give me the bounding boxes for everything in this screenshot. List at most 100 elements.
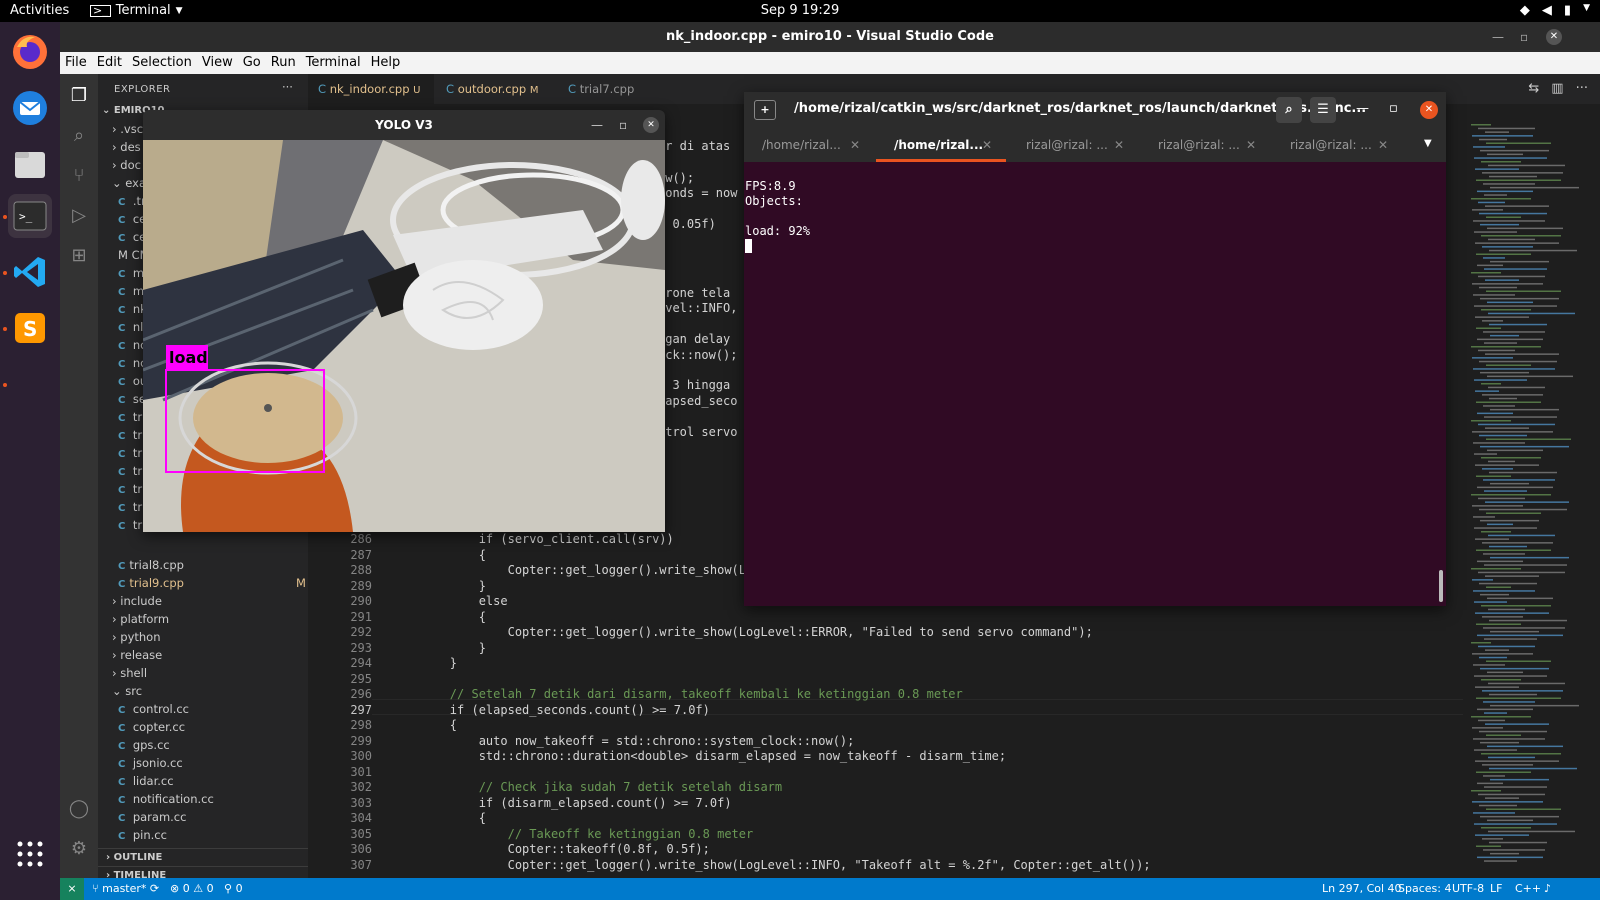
- run-debug-icon[interactable]: ▷: [67, 204, 91, 228]
- folder-release[interactable]: › release: [112, 646, 162, 664]
- activities-button[interactable]: Activities: [10, 3, 69, 18]
- extensions-icon[interactable]: ⊞: [67, 244, 91, 268]
- line-ending[interactable]: LF: [1490, 882, 1502, 895]
- list-item[interactable]: C tri: [118, 462, 145, 480]
- list-item[interactable]: C tri: [118, 480, 145, 498]
- maximize-button[interactable]: ▫: [1520, 22, 1528, 52]
- list-item[interactable]: Ctrial9.cpp M: [118, 574, 308, 592]
- notifications-icon[interactable]: ♪: [1544, 882, 1551, 895]
- list-item[interactable]: C tri: [118, 444, 145, 462]
- system-tray[interactable]: ◆ ◀ ▮ ▼: [1520, 3, 1590, 18]
- terminal-tab[interactable]: rizal@rizal: ... ✕: [1140, 128, 1270, 162]
- account-icon[interactable]: ◯: [67, 797, 91, 821]
- split-editor-icon[interactable]: ▥: [1551, 81, 1563, 96]
- list-item[interactable]: C tri: [118, 408, 145, 426]
- menu-edit[interactable]: Edit: [92, 52, 127, 74]
- cursor-position[interactable]: Ln 297, Col 40: [1322, 882, 1402, 895]
- list-item[interactable]: › des: [112, 138, 141, 156]
- problems-indicator[interactable]: ⊗ 0 ⚠ 0: [170, 882, 214, 895]
- more-actions-icon[interactable]: ···: [282, 80, 293, 94]
- thunderbird-icon[interactable]: [8, 86, 52, 130]
- tab-nk-indoor[interactable]: C nk_indoor.cpp U ✕: [308, 74, 434, 128]
- minimap[interactable]: [1463, 104, 1600, 882]
- list-item[interactable]: C jsonio.cc: [118, 754, 183, 772]
- more-actions-icon[interactable]: ···: [1576, 81, 1588, 96]
- tab-list-dropdown-icon[interactable]: ▼: [1424, 138, 1432, 149]
- list-item[interactable]: › .vsc: [112, 120, 143, 138]
- terminal-scrollbar[interactable]: [1439, 570, 1443, 602]
- list-item[interactable]: C ce: [118, 210, 146, 228]
- list-item[interactable]: C param.cc: [118, 808, 186, 826]
- menu-run[interactable]: Run: [266, 52, 301, 74]
- firefox-icon[interactable]: [8, 30, 52, 74]
- terminal-tab[interactable]: /home/rizal... ✕: [744, 128, 874, 162]
- menu-terminal[interactable]: Terminal: [301, 52, 366, 74]
- remote-icon[interactable]: ⨯: [60, 878, 84, 900]
- list-item[interactable]: C tri: [118, 426, 145, 444]
- show-apps-icon[interactable]: [8, 832, 52, 876]
- close-icon[interactable]: ✕: [1246, 128, 1256, 162]
- files-icon[interactable]: [8, 142, 52, 186]
- terminal-tab[interactable]: rizal@rizal: ... ✕: [1008, 128, 1138, 162]
- list-item[interactable]: C notification.cc: [118, 790, 214, 808]
- list-item[interactable]: C lidar.cc: [118, 772, 174, 790]
- terminal-tab-active[interactable]: /home/rizal... ✕: [876, 128, 1006, 162]
- list-item[interactable]: Ctrial8.cpp: [118, 556, 184, 574]
- close-button[interactable]: ✕: [643, 117, 659, 133]
- vscode-icon[interactable]: [8, 250, 52, 294]
- menu-file[interactable]: File: [60, 52, 92, 74]
- hamburger-menu-icon[interactable]: ☰: [1310, 97, 1336, 123]
- list-item[interactable]: C ce: [118, 228, 146, 246]
- folder-platform[interactable]: › platform: [112, 610, 169, 628]
- terminal-icon[interactable]: >_: [8, 194, 52, 238]
- list-item[interactable]: C gps.cc: [118, 736, 170, 754]
- gear-icon[interactable]: ⚙: [67, 837, 91, 861]
- minimize-button[interactable]: —: [1492, 22, 1504, 52]
- terminal-output[interactable]: FPS:8.9 Objects: load: 92%: [744, 162, 1446, 606]
- close-button[interactable]: ✕: [1420, 101, 1438, 119]
- open-changes-icon[interactable]: ⇆: [1528, 81, 1539, 96]
- clock[interactable]: Sep 9 19:29: [0, 3, 1600, 18]
- folder-python[interactable]: › python: [112, 628, 161, 646]
- search-icon[interactable]: ⌕: [67, 124, 91, 148]
- folder-src[interactable]: ⌄ src: [112, 682, 142, 700]
- list-item[interactable]: C tri: [118, 516, 145, 534]
- list-item[interactable]: › doc: [112, 156, 141, 174]
- menu-view[interactable]: View: [197, 52, 238, 74]
- close-icon[interactable]: ✕: [982, 128, 992, 162]
- outline-section[interactable]: › OUTLINE: [98, 848, 308, 866]
- close-icon[interactable]: ✕: [850, 128, 860, 162]
- minimize-button[interactable]: —: [591, 110, 603, 140]
- close-button[interactable]: ✕: [1546, 29, 1562, 45]
- list-item[interactable]: C tri: [118, 498, 145, 516]
- list-item[interactable]: C pin.cc: [118, 826, 167, 844]
- explorer-icon[interactable]: ❐: [67, 84, 91, 108]
- ports-indicator[interactable]: ⚲ 0: [224, 882, 243, 895]
- indentation[interactable]: Spaces: 4: [1398, 882, 1451, 895]
- list-item[interactable]: C nl: [118, 318, 143, 336]
- new-tab-icon[interactable]: +: [754, 100, 776, 120]
- encoding[interactable]: UTF-8: [1452, 882, 1484, 895]
- close-icon[interactable]: ✕: [1378, 128, 1388, 162]
- tab-trial7[interactable]: C trial7.cpp: [558, 74, 668, 104]
- language-mode[interactable]: C++: [1515, 882, 1541, 895]
- folder-shell[interactable]: › shell: [112, 664, 147, 682]
- list-item[interactable]: C se: [118, 390, 146, 408]
- list-item[interactable]: ⌄ exa: [112, 174, 146, 192]
- menu-selection[interactable]: Selection: [127, 52, 197, 74]
- tab-outdoor[interactable]: C outdoor.cpp M: [436, 74, 558, 104]
- menu-go[interactable]: Go: [238, 52, 266, 74]
- list-item[interactable]: C copter.cc: [118, 718, 185, 736]
- minimize-button[interactable]: —: [1356, 101, 1369, 116]
- folder-include[interactable]: › include: [112, 592, 162, 610]
- app-menu[interactable]: >_ Terminal ▼: [90, 3, 183, 18]
- menu-help[interactable]: Help: [366, 52, 406, 74]
- maximize-button[interactable]: ▫: [1389, 101, 1398, 116]
- maximize-button[interactable]: ▫: [619, 110, 627, 140]
- search-icon[interactable]: ⌕: [1276, 97, 1302, 123]
- terminal-tab[interactable]: rizal@rizal: ... ✕: [1272, 128, 1402, 162]
- branch-indicator[interactable]: ⑂ master* ⟳: [92, 882, 159, 895]
- source-control-icon[interactable]: ⑂: [67, 164, 91, 188]
- close-icon[interactable]: ✕: [1114, 128, 1124, 162]
- list-item[interactable]: C .tr: [118, 192, 146, 210]
